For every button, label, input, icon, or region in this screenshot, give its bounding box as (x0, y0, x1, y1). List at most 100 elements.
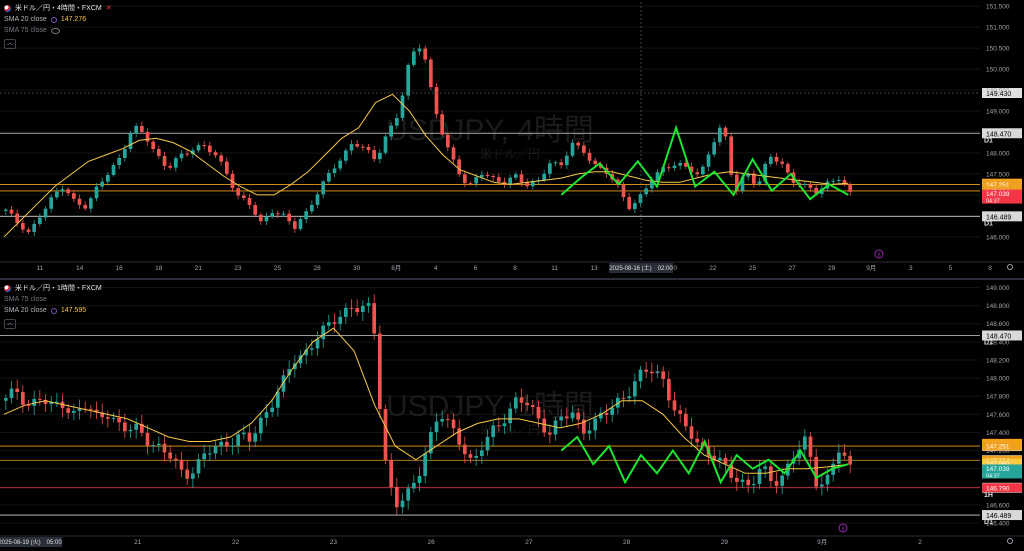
candle-body (123, 422, 127, 432)
candle-body (412, 51, 416, 65)
candle-body (582, 145, 586, 153)
price-tag-label: 147.039 (986, 191, 1010, 198)
candle-body (559, 162, 564, 166)
chart-1h-pane[interactable]: USDJPY, 1時間米ドル／円D14 H1HD1146.400146.6001… (0, 280, 1024, 551)
candle-body (848, 184, 853, 192)
candle-body (808, 183, 813, 188)
candle-body (15, 213, 20, 224)
candle-body (321, 181, 326, 195)
candle-body (757, 181, 762, 184)
candle-body (83, 204, 88, 209)
price-tick-label: 146.000 (986, 234, 1010, 241)
price-tick-label: 149.000 (986, 285, 1010, 292)
settings-dot-icon[interactable] (50, 307, 57, 314)
candle-body (395, 117, 399, 126)
price-tick-label: 150.500 (986, 46, 1010, 53)
time-tick-label: 29 (828, 265, 836, 272)
candle-body (327, 172, 331, 182)
chart-4h-pane[interactable]: USDJPY, 4時間米ドル／円D14 HD1149.430146.000146… (0, 0, 1024, 278)
time-tick-label: 8 (513, 265, 517, 272)
symbol-row-1h[interactable]: 米ドル／円・1時間・FXCM (4, 283, 102, 294)
candle-body (179, 459, 184, 470)
indicator-row-sma20-1h[interactable]: SMA 20 close 147.595 (4, 305, 102, 316)
remove-icon[interactable]: ✕ (106, 3, 112, 14)
candle-body (242, 195, 246, 199)
candle-body (315, 194, 320, 205)
candle-body (361, 146, 365, 148)
candle-body (446, 419, 450, 421)
time-tick-label: 3 (909, 265, 913, 272)
candle-body (661, 371, 666, 380)
candle-body (310, 348, 314, 350)
candle-body (378, 333, 382, 410)
candle-body (264, 216, 269, 222)
symbol-title-4h: 米ドル／円・4時間・FXCM (15, 5, 102, 12)
candle-body (395, 487, 399, 508)
indicator-row-sma20-4h[interactable]: SMA 20 close 147.276 (4, 14, 112, 25)
symbol-row-4h[interactable]: 米ドル／円・4時間・FXCM ✕ (4, 3, 112, 14)
candle-body (627, 197, 632, 210)
chart-4h[interactable]: USDJPY, 4時間米ドル／円D14 HD1149.430146.000146… (0, 0, 1024, 278)
candle-body (15, 388, 20, 393)
candle-body (412, 482, 416, 489)
candle-body (162, 155, 167, 166)
candle-body (451, 147, 456, 160)
price-tick-label: 151.500 (986, 4, 1010, 11)
candle-body (236, 434, 241, 446)
candle-body (786, 163, 790, 173)
collapse-legend-chevron-icon[interactable]: ︿ (4, 318, 16, 329)
candle-body (542, 418, 547, 433)
candle-body (213, 152, 218, 156)
candle-body (701, 166, 705, 175)
price-tick-label: 148.000 (986, 150, 1010, 157)
settings-dot-icon[interactable] (50, 16, 57, 23)
candle-body (128, 429, 133, 432)
currency-flag-icon (4, 5, 11, 12)
chart-1h[interactable]: USDJPY, 1時間米ドル／円D14 H1HD1146.400146.6001… (0, 280, 1024, 551)
time-tick-label: 14 (76, 265, 84, 272)
time-tick-label: 29 (721, 539, 729, 546)
candle-body (140, 126, 144, 132)
candle-body (480, 174, 484, 178)
candle-body (576, 142, 581, 146)
indicator-name-1h-sma20: SMA 20 close (4, 307, 47, 314)
candle-body (542, 173, 547, 181)
price-tag-label: 146.790 (986, 485, 1010, 492)
price-tick-label: 148.200 (986, 357, 1010, 364)
candle-body (60, 189, 65, 192)
candle-body (848, 455, 853, 465)
candle-body (151, 141, 156, 150)
candle-body (134, 126, 139, 134)
candle-body (117, 158, 122, 166)
indicator-row-sma75-1h[interactable]: SMA 75 close (4, 294, 102, 305)
visibility-eye-icon[interactable] (50, 27, 60, 34)
candle-body (548, 163, 552, 174)
candle-body (66, 408, 71, 413)
indicator-row-sma75-4h[interactable]: SMA 75 close (4, 25, 112, 36)
candle-body (117, 417, 122, 423)
candle-body (406, 64, 411, 96)
candle-body (344, 150, 348, 161)
candle-body (355, 308, 360, 313)
candle-body (259, 214, 263, 222)
candle-body (72, 410, 76, 413)
candle-body (463, 444, 467, 455)
candle-body (780, 161, 785, 164)
level-price-label: 148.470 (986, 131, 1011, 138)
candle-body (26, 229, 31, 232)
candle-body (468, 183, 473, 185)
candle-body (638, 194, 643, 204)
candle-body (66, 189, 71, 194)
candle-body (383, 409, 388, 461)
candle-body (253, 433, 258, 442)
candle-body (463, 174, 467, 184)
candle-body (247, 198, 252, 206)
candle-body (434, 421, 439, 433)
price-tick-label: 147.600 (986, 412, 1010, 419)
candle-body (366, 303, 371, 306)
candle-body (253, 205, 258, 215)
collapse-legend-chevron-icon[interactable]: ︿ (4, 38, 16, 49)
candle-body (168, 452, 173, 459)
candle-body (434, 87, 439, 115)
candle-body (270, 213, 275, 217)
